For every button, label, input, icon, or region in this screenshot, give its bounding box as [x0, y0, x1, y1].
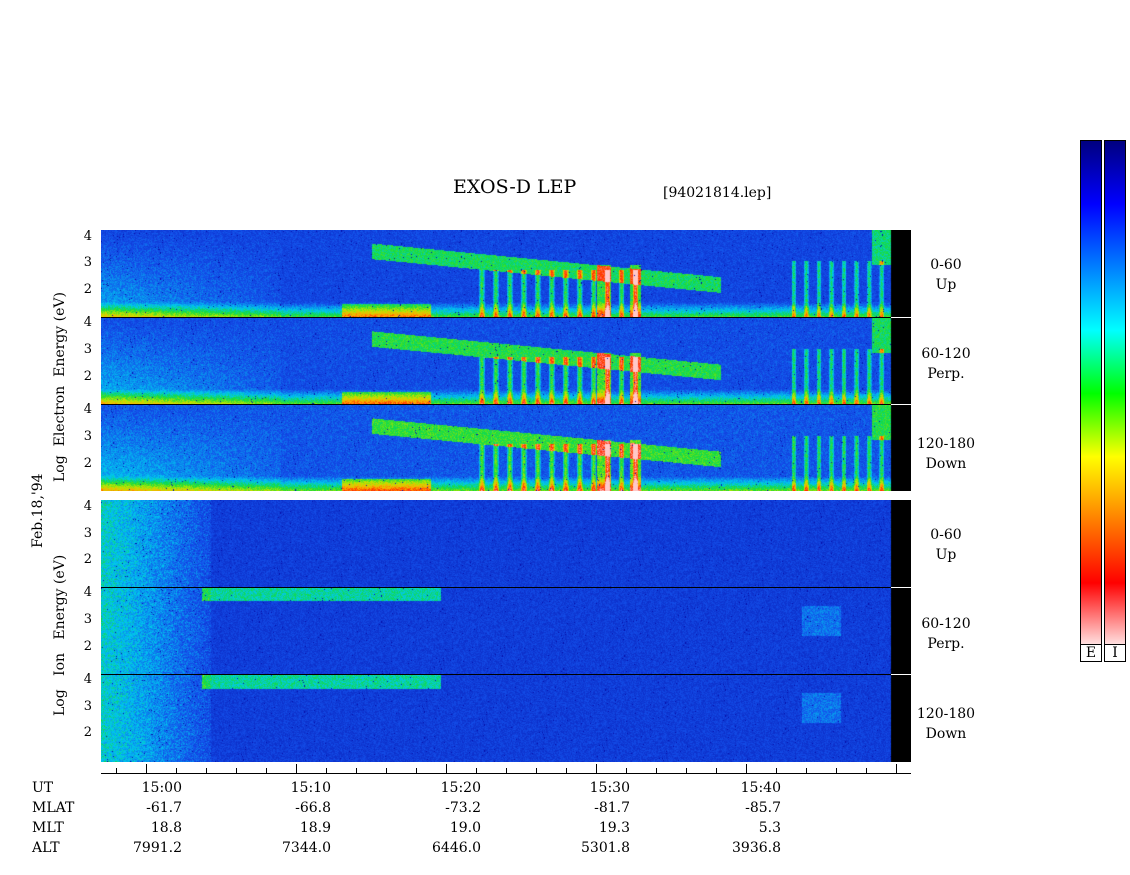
colorbar-ion [1104, 140, 1126, 647]
ytick-label: 3 [83, 255, 92, 270]
separator-line [101, 404, 891, 405]
ion-panel-perp [101, 588, 911, 674]
alt-value: 3936.8 [732, 840, 781, 856]
panel-gap [101, 491, 911, 500]
ytick-label: 3 [83, 342, 92, 357]
mlt-value: 5.3 [758, 820, 781, 836]
ytick-label: 2 [83, 725, 92, 740]
x-minor-tick [716, 768, 717, 773]
x-major-tick [596, 764, 597, 773]
colorbar-label-i: I [1104, 644, 1126, 662]
ion-ylabel: Log Ion Energy (eV) [52, 554, 68, 716]
x-minor-tick [776, 768, 777, 773]
ytick-label: 4 [83, 229, 92, 244]
x-minor-tick [176, 768, 177, 773]
x-major-tick [896, 764, 897, 773]
mlt-value: 19.3 [598, 820, 630, 836]
colorbar-electron [1080, 140, 1102, 647]
x-major-tick [146, 764, 147, 773]
row-label-alt: ALT [32, 840, 60, 856]
ytick-label: 3 [83, 526, 92, 541]
x-axis-line [101, 773, 911, 774]
ut-value: 15:10 [290, 780, 331, 796]
mlat-value: -73.2 [445, 800, 481, 816]
angle-label-e-perp: 60-120 Perp. [921, 346, 971, 382]
x-minor-tick [866, 768, 867, 773]
mlat-value: -81.7 [594, 800, 630, 816]
date-label: Feb.18,'94 [30, 473, 46, 548]
x-minor-tick [236, 768, 237, 773]
x-minor-tick [686, 768, 687, 773]
alt-value: 6446.0 [432, 840, 481, 856]
alt-value: 7991.2 [133, 840, 182, 856]
ytick-label: 4 [83, 499, 92, 514]
x-minor-tick [116, 768, 117, 773]
mlt-value: 18.9 [299, 820, 331, 836]
ytick-label: 4 [83, 585, 92, 600]
ytick-label: 2 [83, 639, 92, 654]
ytick-label: 2 [83, 552, 92, 567]
mlat-value: -66.8 [295, 800, 331, 816]
x-minor-tick [356, 768, 357, 773]
x-minor-tick [806, 768, 807, 773]
angle-label-e-up: 0-60 Up [930, 257, 962, 293]
alt-value: 5301.8 [581, 840, 630, 856]
x-minor-tick [326, 768, 327, 773]
row-label-ut: UT [32, 780, 54, 796]
ion-panel-up [101, 500, 911, 587]
x-minor-tick [656, 768, 657, 773]
separator-line [101, 674, 891, 675]
row-label-mlat: MLAT [32, 800, 75, 816]
x-minor-tick [476, 768, 477, 773]
electron-panel-perp [101, 318, 911, 404]
x-minor-tick [626, 768, 627, 773]
ut-value: 15:40 [740, 780, 781, 796]
ytick-label: 3 [83, 429, 92, 444]
ion-panel-down [101, 675, 911, 762]
angle-label-e-down: 120-180 Down [916, 436, 976, 472]
ytick-label: 4 [83, 402, 92, 417]
file-label: [94021814.lep] [663, 185, 772, 201]
x-minor-tick [566, 768, 567, 773]
x-major-tick [446, 764, 447, 773]
alt-value: 7344.0 [282, 840, 331, 856]
electron-ylabel: Log Electron Energy (eV) [52, 292, 68, 482]
angle-label-i-up: 0-60 Up [930, 527, 962, 563]
row-label-mlt: MLT [32, 820, 64, 836]
ytick-label: 3 [83, 699, 92, 714]
x-minor-tick [266, 768, 267, 773]
angle-label-i-perp: 60-120 Perp. [921, 616, 971, 652]
angle-label-i-down: 120-180 Down [916, 706, 976, 742]
ut-value: 15:00 [141, 780, 182, 796]
ytick-label: 3 [83, 612, 92, 627]
chart-title: EXOS-D LEP [453, 176, 577, 198]
x-minor-tick [506, 768, 507, 773]
ut-value: 15:30 [589, 780, 630, 796]
colorbar-label-e: E [1080, 644, 1102, 662]
x-minor-tick [386, 768, 387, 773]
x-minor-tick [206, 768, 207, 773]
mlt-value: 19.0 [449, 820, 481, 836]
x-minor-tick [836, 768, 837, 773]
ytick-label: 4 [83, 672, 92, 687]
electron-panel-down [101, 405, 911, 491]
ut-value: 15:20 [440, 780, 481, 796]
ytick-label: 4 [83, 315, 92, 330]
x-minor-tick [416, 768, 417, 773]
mlt-value: 18.8 [150, 820, 182, 836]
electron-panel-up [101, 230, 911, 317]
mlat-value: -85.7 [745, 800, 781, 816]
separator-line [101, 317, 891, 318]
separator-line [101, 587, 891, 588]
x-minor-tick [536, 768, 537, 773]
ytick-label: 2 [83, 282, 92, 297]
x-major-tick [296, 764, 297, 773]
ytick-label: 2 [83, 456, 92, 471]
mlat-value: -61.7 [146, 800, 182, 816]
x-major-tick [746, 764, 747, 773]
ytick-label: 2 [83, 369, 92, 384]
